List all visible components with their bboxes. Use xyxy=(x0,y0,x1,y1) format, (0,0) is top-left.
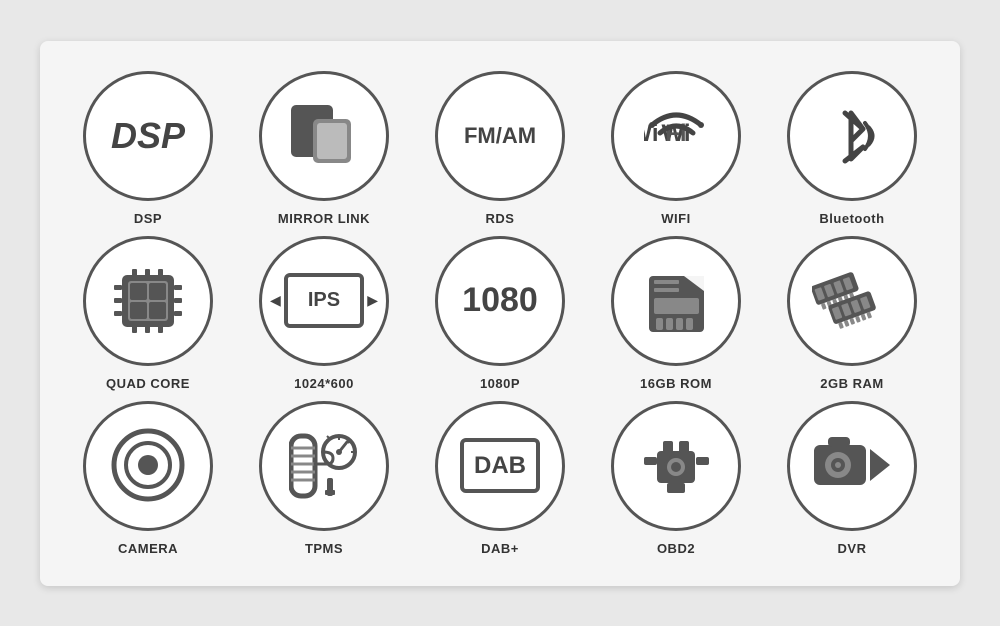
feature-dab: DAB DAB+ xyxy=(420,401,580,556)
dvr-circle xyxy=(787,401,917,531)
dab-label: DAB+ xyxy=(481,541,519,556)
rds-circle: FM/AM xyxy=(435,71,565,201)
ram-icon xyxy=(812,268,892,333)
dvr-icon xyxy=(812,433,892,498)
mirror-link-circle xyxy=(259,71,389,201)
tpms-label: TPMS xyxy=(305,541,343,556)
bluetooth-icon xyxy=(825,103,880,168)
feature-obd2: OBD2 xyxy=(596,401,756,556)
2gb-ram-circle xyxy=(787,236,917,366)
feature-2gb-ram: 2GB RAM xyxy=(772,236,932,391)
features-row-2: QUAD CORE ◀ IPS ▶ 1024*600 1080 1080P xyxy=(60,236,940,391)
feature-16gb-rom: 16GB ROM xyxy=(596,236,756,391)
ips-label: 1024*600 xyxy=(294,376,354,391)
ips-circle: ◀ IPS ▶ xyxy=(259,236,389,366)
dsp-icon: DSP xyxy=(111,115,185,157)
feature-tpms: TPMS xyxy=(244,401,404,556)
tpms-icon xyxy=(289,428,359,503)
fmam-icon: FM/AM xyxy=(464,123,536,149)
feature-quad-core: QUAD CORE xyxy=(68,236,228,391)
features-card: DSP DSP MIRROR LINK FM/AM RDS xyxy=(40,41,960,586)
sd-card-icon xyxy=(644,266,709,336)
1080p-label: 1080P xyxy=(480,376,520,391)
1080p-circle: 1080 xyxy=(435,236,565,366)
tpms-circle xyxy=(259,401,389,531)
rds-label: RDS xyxy=(486,211,515,226)
1080p-icon: 1080 xyxy=(462,281,538,320)
dvr-label: DVR xyxy=(838,541,867,556)
mirror-link-icon xyxy=(289,103,359,168)
feature-wifi: Wi Wi Fi WIFI xyxy=(596,71,756,226)
feature-ips: ◀ IPS ▶ 1024*600 xyxy=(244,236,404,391)
2gb-ram-label: 2GB RAM xyxy=(820,376,883,391)
ips-icon: ◀ IPS ▶ xyxy=(284,273,364,328)
feature-dvr: DVR xyxy=(772,401,932,556)
feature-camera: CAMERA xyxy=(68,401,228,556)
quad-core-circle xyxy=(83,236,213,366)
feature-1080p: 1080 1080P xyxy=(420,236,580,391)
dab-icon: DAB xyxy=(460,438,540,493)
obd2-icon xyxy=(639,431,714,501)
obd2-label: OBD2 xyxy=(657,541,695,556)
feature-bluetooth: Bluetooth xyxy=(772,71,932,226)
quad-core-label: QUAD CORE xyxy=(106,376,190,391)
quad-core-icon xyxy=(112,267,184,335)
feature-mirror-link: MIRROR LINK xyxy=(244,71,404,226)
features-row-1: DSP DSP MIRROR LINK FM/AM RDS xyxy=(60,71,940,226)
camera-circle xyxy=(83,401,213,531)
16gb-rom-label: 16GB ROM xyxy=(640,376,712,391)
camera-label: CAMERA xyxy=(118,541,178,556)
16gb-rom-circle xyxy=(611,236,741,366)
obd2-circle xyxy=(611,401,741,531)
wifi-circle: Wi Wi Fi xyxy=(611,71,741,201)
camera-icon xyxy=(111,428,186,503)
mirror-link-label: MIRROR LINK xyxy=(278,211,370,226)
dab-circle: DAB xyxy=(435,401,565,531)
bluetooth-circle xyxy=(787,71,917,201)
wifi-label: WIFI xyxy=(661,211,690,226)
dsp-circle: DSP xyxy=(83,71,213,201)
dsp-label: DSP xyxy=(134,211,162,226)
feature-dsp: DSP DSP xyxy=(68,71,228,226)
features-row-3: CAMERA xyxy=(60,401,940,556)
bluetooth-label: Bluetooth xyxy=(819,211,884,226)
wifi-icon: Wi Wi Fi xyxy=(644,103,709,168)
feature-rds: FM/AM RDS xyxy=(420,71,580,226)
